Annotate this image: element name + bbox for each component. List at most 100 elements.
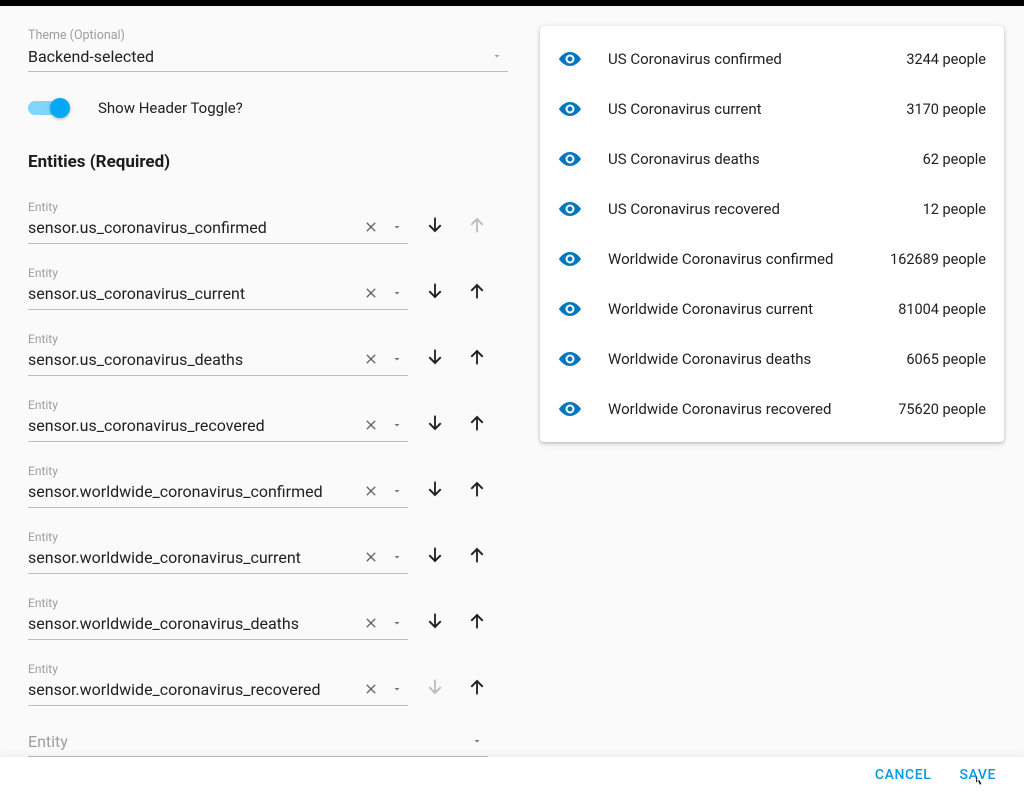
save-button[interactable]: SAVE [945,761,1010,789]
move-up-button[interactable] [462,540,492,570]
preview-entity-row[interactable]: US Coronavirus recovered12 people [540,184,1004,234]
entities-section-title: Entities (Required) [28,152,512,172]
move-up-button[interactable] [462,276,492,306]
clear-icon[interactable] [360,282,382,304]
chevron-down-icon[interactable] [386,678,408,700]
entity-field[interactable]: Entity [28,596,408,640]
entity-row: Entity [28,398,512,442]
entity-label: Entity [28,464,408,478]
clear-icon[interactable] [360,612,382,634]
show-header-toggle[interactable] [28,98,66,118]
entity-field[interactable]: Entity [28,266,408,310]
add-entity-field[interactable]: Entity [28,730,488,757]
theme-value: Backend-selected [28,47,482,66]
clear-icon[interactable] [360,216,382,238]
move-down-button [420,672,450,702]
entity-label: Entity [28,596,408,610]
preview-entity-name: Worldwide Coronavirus recovered [608,400,898,418]
preview-entity-name: Worldwide Coronavirus deaths [608,350,906,368]
clear-icon[interactable] [360,678,382,700]
preview-card: US Coronavirus confirmed3244 peopleUS Co… [540,26,1004,442]
entity-input[interactable] [28,284,356,303]
preview-entity-value: 162689 people [890,251,986,268]
preview-entity-value: 62 people [923,151,986,168]
entity-field[interactable]: Entity [28,464,408,508]
entity-input[interactable] [28,482,356,501]
entity-input[interactable] [28,680,356,699]
eye-icon [558,247,582,271]
clear-icon[interactable] [360,414,382,436]
move-up-button[interactable] [462,672,492,702]
preview-entity-row[interactable]: US Coronavirus current3170 people [540,84,1004,134]
preview-entity-row[interactable]: US Coronavirus deaths62 people [540,134,1004,184]
entity-row: Entity [28,332,512,376]
entity-input[interactable] [28,548,356,567]
clear-icon[interactable] [360,546,382,568]
entity-label: Entity [28,200,408,214]
entity-input[interactable] [28,218,356,237]
preview-entity-row[interactable]: US Coronavirus confirmed3244 people [540,34,1004,84]
entity-input[interactable] [28,416,356,435]
entity-input[interactable] [28,614,356,633]
theme-field[interactable]: Theme (Optional) Backend-selected [28,28,508,72]
chevron-down-icon[interactable] [386,546,408,568]
chevron-down-icon[interactable] [386,348,408,370]
entity-row: Entity [28,464,512,508]
entity-field[interactable]: Entity [28,200,408,244]
preview-entity-name: US Coronavirus current [608,100,906,118]
move-up-button [462,210,492,240]
eye-icon [558,297,582,321]
entity-label: Entity [28,266,408,280]
preview-entity-value: 6065 people [906,351,986,368]
preview-entity-row[interactable]: Worldwide Coronavirus recovered75620 peo… [540,384,1004,434]
move-down-button[interactable] [420,540,450,570]
move-up-button[interactable] [462,342,492,372]
clear-icon[interactable] [360,480,382,502]
preview-entity-name: US Coronavirus deaths [608,150,923,168]
preview-entity-row[interactable]: Worldwide Coronavirus confirmed162689 pe… [540,234,1004,284]
entity-row: Entity [28,596,512,640]
preview-entity-row[interactable]: Worldwide Coronavirus deaths6065 people [540,334,1004,384]
cancel-button[interactable]: CANCEL [861,761,946,789]
entity-row: Entity [28,266,512,310]
entity-row: Entity [28,200,512,244]
preview-entity-row[interactable]: Worldwide Coronavirus current81004 peopl… [540,284,1004,334]
move-down-button[interactable] [420,276,450,306]
entity-field[interactable]: Entity [28,662,408,706]
move-up-button[interactable] [462,606,492,636]
chevron-down-icon[interactable] [386,612,408,634]
clear-icon[interactable] [360,348,382,370]
entity-field[interactable]: Entity [28,398,408,442]
preview-entity-name: Worldwide Coronavirus confirmed [608,250,890,268]
move-down-button[interactable] [420,606,450,636]
eye-icon [558,197,582,221]
eye-icon [558,97,582,121]
add-entity-placeholder: Entity [28,732,462,751]
eye-icon [558,47,582,71]
eye-icon [558,147,582,171]
entity-field[interactable]: Entity [28,530,408,574]
entity-row: Entity [28,662,512,706]
entity-field[interactable]: Entity [28,332,408,376]
preview-entity-value: 3170 people [906,101,986,118]
chevron-down-icon[interactable] [386,414,408,436]
preview-entity-value: 81004 people [898,301,986,318]
chevron-down-icon[interactable] [486,45,508,67]
move-down-button[interactable] [420,408,450,438]
move-down-button[interactable] [420,474,450,504]
eye-icon [558,397,582,421]
preview-entity-value: 3244 people [906,51,986,68]
entity-label: Entity [28,530,408,544]
preview-entity-name: US Coronavirus confirmed [608,50,906,68]
entity-row: Entity [28,530,512,574]
chevron-down-icon[interactable] [386,216,408,238]
entity-label: Entity [28,332,408,346]
chevron-down-icon[interactable] [466,730,488,752]
move-up-button[interactable] [462,408,492,438]
chevron-down-icon[interactable] [386,282,408,304]
move-down-button[interactable] [420,210,450,240]
move-up-button[interactable] [462,474,492,504]
entity-input[interactable] [28,350,356,369]
chevron-down-icon[interactable] [386,480,408,502]
move-down-button[interactable] [420,342,450,372]
